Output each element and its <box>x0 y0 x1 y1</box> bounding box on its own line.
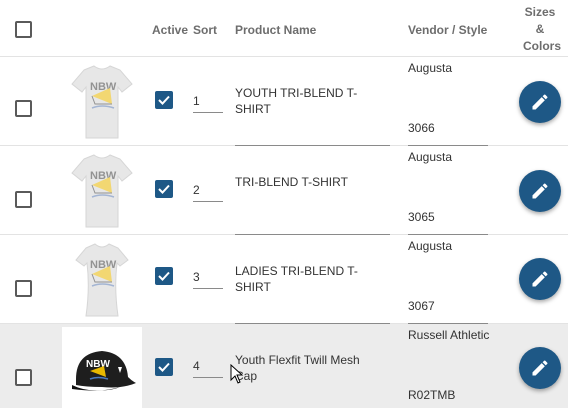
pencil-icon <box>532 94 548 110</box>
product-name-line: LADIES TRI-BLEND T- <box>235 264 358 278</box>
product-image: NBW <box>62 238 142 320</box>
active-checkbox[interactable] <box>155 358 173 376</box>
sort-field[interactable]: 1 <box>193 91 223 113</box>
product-grid: Active Sort Product Name Vendor / Style … <box>0 0 568 408</box>
edit-sizes-colors-button[interactable] <box>519 170 561 212</box>
row-select-checkbox[interactable] <box>15 369 32 386</box>
column-header-sizes-line: Sizes <box>524 5 556 19</box>
vendor-text: Augusta <box>408 150 453 164</box>
row-select-checkbox[interactable] <box>15 100 32 117</box>
table-row[interactable]: NBW 1 YOUTH TRI-BLEND T- SHIRT Augusta 3… <box>0 57 568 146</box>
checkmark-icon <box>158 184 170 194</box>
active-checkbox[interactable] <box>155 267 173 285</box>
tshirt-image: NBW <box>71 65 133 139</box>
vendor-text: Russell Athletic <box>408 328 490 342</box>
edit-sizes-colors-button[interactable] <box>519 347 561 389</box>
sort-field[interactable]: 3 <box>193 267 223 289</box>
table-row[interactable]: NBW 3 LADIES TRI-BLEND T- SHIRT Augusta … <box>0 235 568 324</box>
product-name-line: SHIRT <box>235 102 271 116</box>
pencil-icon <box>532 360 548 376</box>
pencil-icon <box>532 271 548 287</box>
product-image: NBW <box>62 327 142 408</box>
checkmark-icon <box>158 95 170 105</box>
grid-header: Active Sort Product Name Vendor / Style … <box>0 0 568 57</box>
vendor-text: Augusta <box>408 239 453 253</box>
active-checkbox[interactable] <box>155 180 173 198</box>
product-name-line: Youth Flexfit Twill Mesh <box>235 353 360 367</box>
style-field[interactable]: 3066 <box>408 121 435 135</box>
product-name-line: Cap <box>235 369 258 383</box>
product-name-line: TRI-BLEND T-SHIRT <box>235 175 348 189</box>
ladies-tshirt-image: NBW <box>75 243 129 317</box>
column-header-sizes-colors[interactable]: Sizes & Colors <box>523 5 562 53</box>
pencil-icon <box>532 183 548 199</box>
column-header-sort[interactable]: Sort <box>193 23 217 37</box>
cap-image: NBW <box>72 351 136 391</box>
product-name-field[interactable]: YOUTH TRI-BLEND T- SHIRT <box>235 85 390 117</box>
checkmark-icon <box>158 362 170 372</box>
product-name-field[interactable]: TRI-BLEND T-SHIRT <box>235 174 390 190</box>
style-field[interactable]: 3065 <box>408 210 435 224</box>
checkmark-icon <box>158 271 170 281</box>
product-name-field[interactable]: Youth Flexfit Twill Mesh Cap <box>235 352 390 384</box>
sort-field[interactable]: 2 <box>193 180 223 202</box>
product-image: NBW <box>62 60 142 142</box>
row-select-checkbox[interactable] <box>15 191 32 208</box>
product-name-field[interactable]: LADIES TRI-BLEND T- SHIRT <box>235 263 390 295</box>
table-row[interactable]: NBW 2 TRI-BLEND T-SHIRT Augusta 3065 <box>0 146 568 235</box>
active-checkbox[interactable] <box>155 91 173 109</box>
edit-sizes-colors-button[interactable] <box>519 81 561 123</box>
vendor-text: Augusta <box>408 61 453 75</box>
sort-field[interactable]: 4 <box>193 356 223 378</box>
product-name-line: SHIRT <box>235 280 271 294</box>
product-name-line: YOUTH TRI-BLEND T- <box>235 86 358 100</box>
tshirt-image: NBW <box>71 154 133 228</box>
style-field[interactable]: 3067 <box>408 299 435 313</box>
select-all-checkbox[interactable] <box>15 21 32 38</box>
column-header-vendor-style[interactable]: Vendor / Style <box>408 23 487 37</box>
column-header-product-name[interactable]: Product Name <box>235 23 316 37</box>
column-header-active[interactable]: Active <box>152 23 188 37</box>
column-header-amp-line: & <box>535 22 545 36</box>
mouse-cursor-icon <box>230 364 244 384</box>
style-field[interactable]: R02TMB <box>408 388 455 402</box>
row-select-checkbox[interactable] <box>15 280 32 297</box>
edit-sizes-colors-button[interactable] <box>519 258 561 300</box>
column-header-colors-line: Colors <box>523 39 562 53</box>
table-row[interactable]: NBW 4 Youth Flexfit Twill Mesh Cap Russe… <box>0 324 568 408</box>
product-image: NBW <box>62 149 142 231</box>
